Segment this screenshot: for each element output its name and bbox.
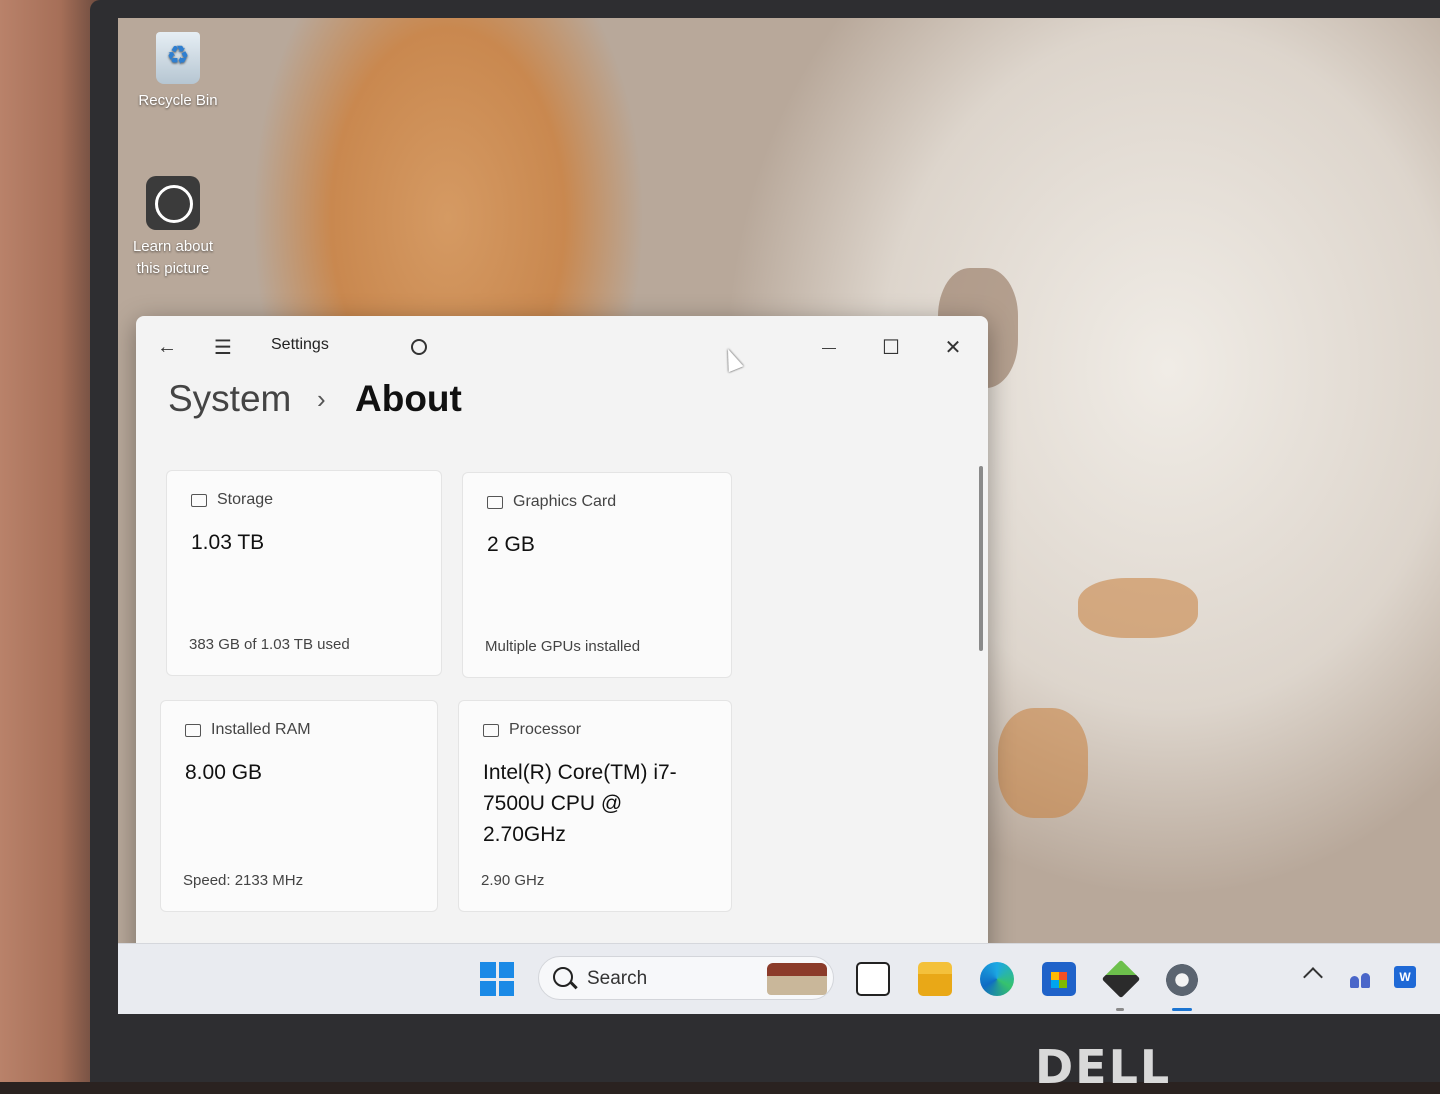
windows-logo-pane	[480, 980, 496, 996]
search-icon	[411, 339, 427, 355]
storage-card[interactable]: Storage 1.03 TB 383 GB of 1.03 TB used	[166, 470, 442, 676]
search-settings-button[interactable]	[402, 330, 436, 364]
teams-people-icon[interactable]	[1350, 966, 1372, 988]
mouse-cursor-icon	[720, 345, 744, 373]
file-explorer-icon[interactable]	[918, 962, 952, 996]
breadcrumb-system[interactable]: System	[168, 378, 291, 420]
running-indicator	[1116, 1008, 1124, 1011]
windows-logo-icon	[480, 962, 496, 978]
desktop: ♻ Recycle Bin Learn about this picture ←…	[118, 18, 1440, 1014]
storage-detail: 383 GB of 1.03 TB used	[189, 636, 350, 653]
installed-ram-detail: Speed: 2133 MHz	[183, 872, 304, 889]
processor-value: Intel(R) Core(TM) i7-7500U CPU @ 2.70GHz	[483, 761, 677, 846]
wallpaper-sand	[1078, 578, 1198, 638]
microsoft-store-icon[interactable]	[1042, 962, 1076, 996]
edge-browser-icon[interactable]	[980, 962, 1014, 996]
taskbar: Search W	[118, 943, 1440, 1014]
graphics-card-card[interactable]: Graphics Card 2 GB Multiple GPUs install…	[462, 472, 732, 678]
recycle-bin-label: Recycle Bin	[138, 92, 218, 109]
graphics-card-header: Graphics Card	[487, 493, 616, 511]
dell-logo: DELL	[1035, 1040, 1172, 1094]
nav-menu-button[interactable]: ☰	[206, 330, 240, 364]
processor-detail: 2.90 GHz	[481, 872, 545, 889]
chevron-right-icon: ›	[317, 384, 326, 414]
graphics-card-value: 2 GB	[487, 533, 535, 556]
minimize-icon: —	[822, 339, 836, 355]
storage-value: 1.03 TB	[191, 531, 265, 554]
back-button[interactable]: ←	[150, 330, 184, 364]
page-title: About	[355, 378, 462, 419]
chevron-up-icon[interactable]	[1303, 967, 1323, 987]
settings-gear-icon[interactable]	[1164, 962, 1200, 998]
graphics-card-title: Graphics Card	[513, 493, 617, 510]
processor-card[interactable]: Processor Intel(R) Core(TM) i7-7500U CPU…	[458, 700, 732, 912]
learn-about-label-line2: this picture	[136, 260, 210, 277]
windows-logo-pane	[498, 962, 514, 978]
recycle-bin-icon: ♻	[156, 32, 200, 84]
storage-card-header: Storage	[191, 491, 273, 509]
minimize-button[interactable]: —	[812, 330, 846, 364]
learn-about-label-line1: Learn about	[132, 238, 214, 255]
widgets-icon[interactable]: W	[1394, 966, 1416, 988]
search-icon	[553, 967, 573, 987]
maximize-button[interactable]: ☐	[874, 330, 908, 364]
minecraft-icon[interactable]	[1101, 959, 1141, 999]
person-shape	[1361, 973, 1370, 988]
installed-ram-header: Installed RAM	[185, 721, 311, 739]
storage-card-title: Storage	[217, 491, 274, 508]
person-shape	[1350, 976, 1359, 988]
recycle-bin[interactable]: ♻ Recycle Bin	[123, 32, 233, 112]
windows-logo-pane	[498, 980, 514, 996]
learn-about-picture[interactable]: Learn about this picture	[118, 176, 228, 280]
active-indicator	[1172, 1008, 1192, 1011]
back-arrow-icon: ←	[157, 335, 177, 358]
storage-icon	[191, 493, 207, 507]
graphics-card-detail: Multiple GPUs installed	[485, 638, 641, 655]
task-view-icon[interactable]	[856, 962, 890, 996]
memory-icon	[185, 723, 201, 737]
settings-window: ← ☰ Settings — ☐ ✕ System › About Storag…	[136, 316, 988, 1014]
processor-title: Processor	[509, 721, 582, 738]
hamburger-icon: ☰	[214, 336, 232, 359]
display-adapter-icon	[487, 495, 503, 509]
processor-header: Processor	[483, 721, 581, 739]
taskbar-search[interactable]: Search	[538, 956, 834, 1000]
close-icon: ✕	[944, 336, 962, 359]
wallpaper-sand	[998, 708, 1088, 818]
camera-info-icon	[146, 176, 200, 230]
installed-ram-title: Installed RAM	[211, 721, 311, 738]
window-title: Settings	[271, 336, 329, 353]
close-button[interactable]: ✕	[936, 330, 970, 364]
search-highlight-house-icon	[767, 963, 827, 995]
installed-ram-value: 8.00 GB	[185, 761, 263, 784]
processor-icon	[483, 723, 499, 737]
scrollbar-thumb[interactable]	[979, 466, 983, 651]
maximize-icon: ☐	[882, 336, 900, 359]
installed-ram-card[interactable]: Installed RAM 8.00 GB Speed: 2133 MHz	[160, 700, 438, 912]
search-label: Search	[587, 968, 648, 989]
start-button[interactable]	[480, 962, 514, 996]
